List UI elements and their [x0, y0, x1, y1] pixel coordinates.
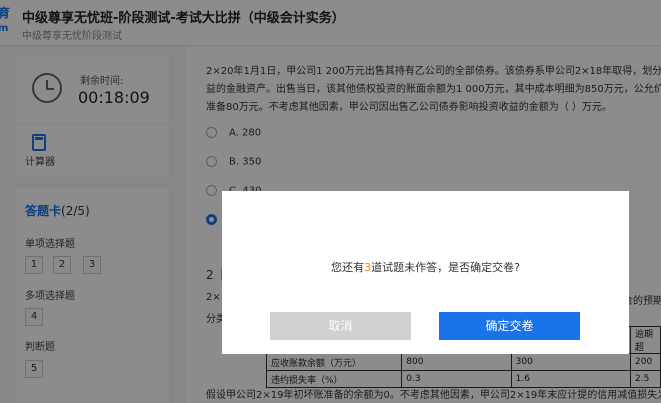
- confirm-submit-button[interactable]: 确定交卷: [439, 312, 580, 340]
- cancel-button[interactable]: 取消: [270, 312, 411, 340]
- dialog-message: 您还有3道试题未作答，是否确定交卷?: [331, 261, 520, 274]
- submit-confirm-dialog: 您还有3道试题未作答，是否确定交卷? 取消 确定交卷: [222, 191, 629, 354]
